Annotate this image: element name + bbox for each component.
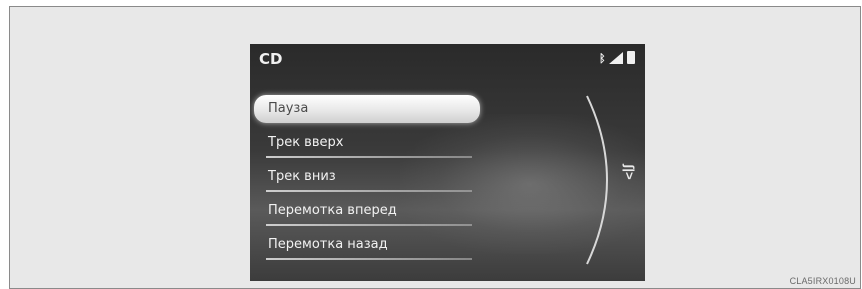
- menu-item-label: Пауза: [268, 101, 309, 116]
- menu-item-track-down[interactable]: Трек вниз: [254, 163, 480, 197]
- menu-item-label: Перемотка назад: [268, 237, 388, 252]
- media-source-icon[interactable]: ʃ|>: [615, 164, 637, 194]
- display-screen: CD ᛒ Пауза Трек вверх Трек вниз Перемотк…: [250, 44, 645, 281]
- menu-item-label: Трек вверх: [268, 135, 344, 150]
- screen-title: CD: [259, 50, 283, 68]
- status-bar: ᛒ: [599, 51, 635, 65]
- illustration-frame: CD ᛒ Пауза Трек вверх Трек вниз Перемотк…: [9, 6, 861, 289]
- battery-icon: [627, 51, 635, 64]
- bluetooth-icon: ᛒ: [599, 53, 606, 65]
- menu-list: Пауза Трек вверх Трек вниз Перемотка впе…: [254, 95, 480, 265]
- menu-item-label: Перемотка вперед: [268, 203, 397, 218]
- menu-item-pause[interactable]: Пауза: [254, 95, 480, 123]
- menu-item-label: Трек вниз: [268, 169, 336, 184]
- divider: [266, 190, 472, 192]
- signal-icon: [609, 52, 623, 64]
- divider: [266, 224, 472, 226]
- divider: [266, 156, 472, 158]
- menu-item-rewind[interactable]: Перемотка назад: [254, 231, 480, 265]
- figure-code: CLA5IRX0108U: [789, 276, 856, 286]
- menu-item-fast-forward[interactable]: Перемотка вперед: [254, 197, 480, 231]
- divider: [266, 258, 472, 260]
- menu-item-track-up[interactable]: Трек вверх: [254, 129, 480, 163]
